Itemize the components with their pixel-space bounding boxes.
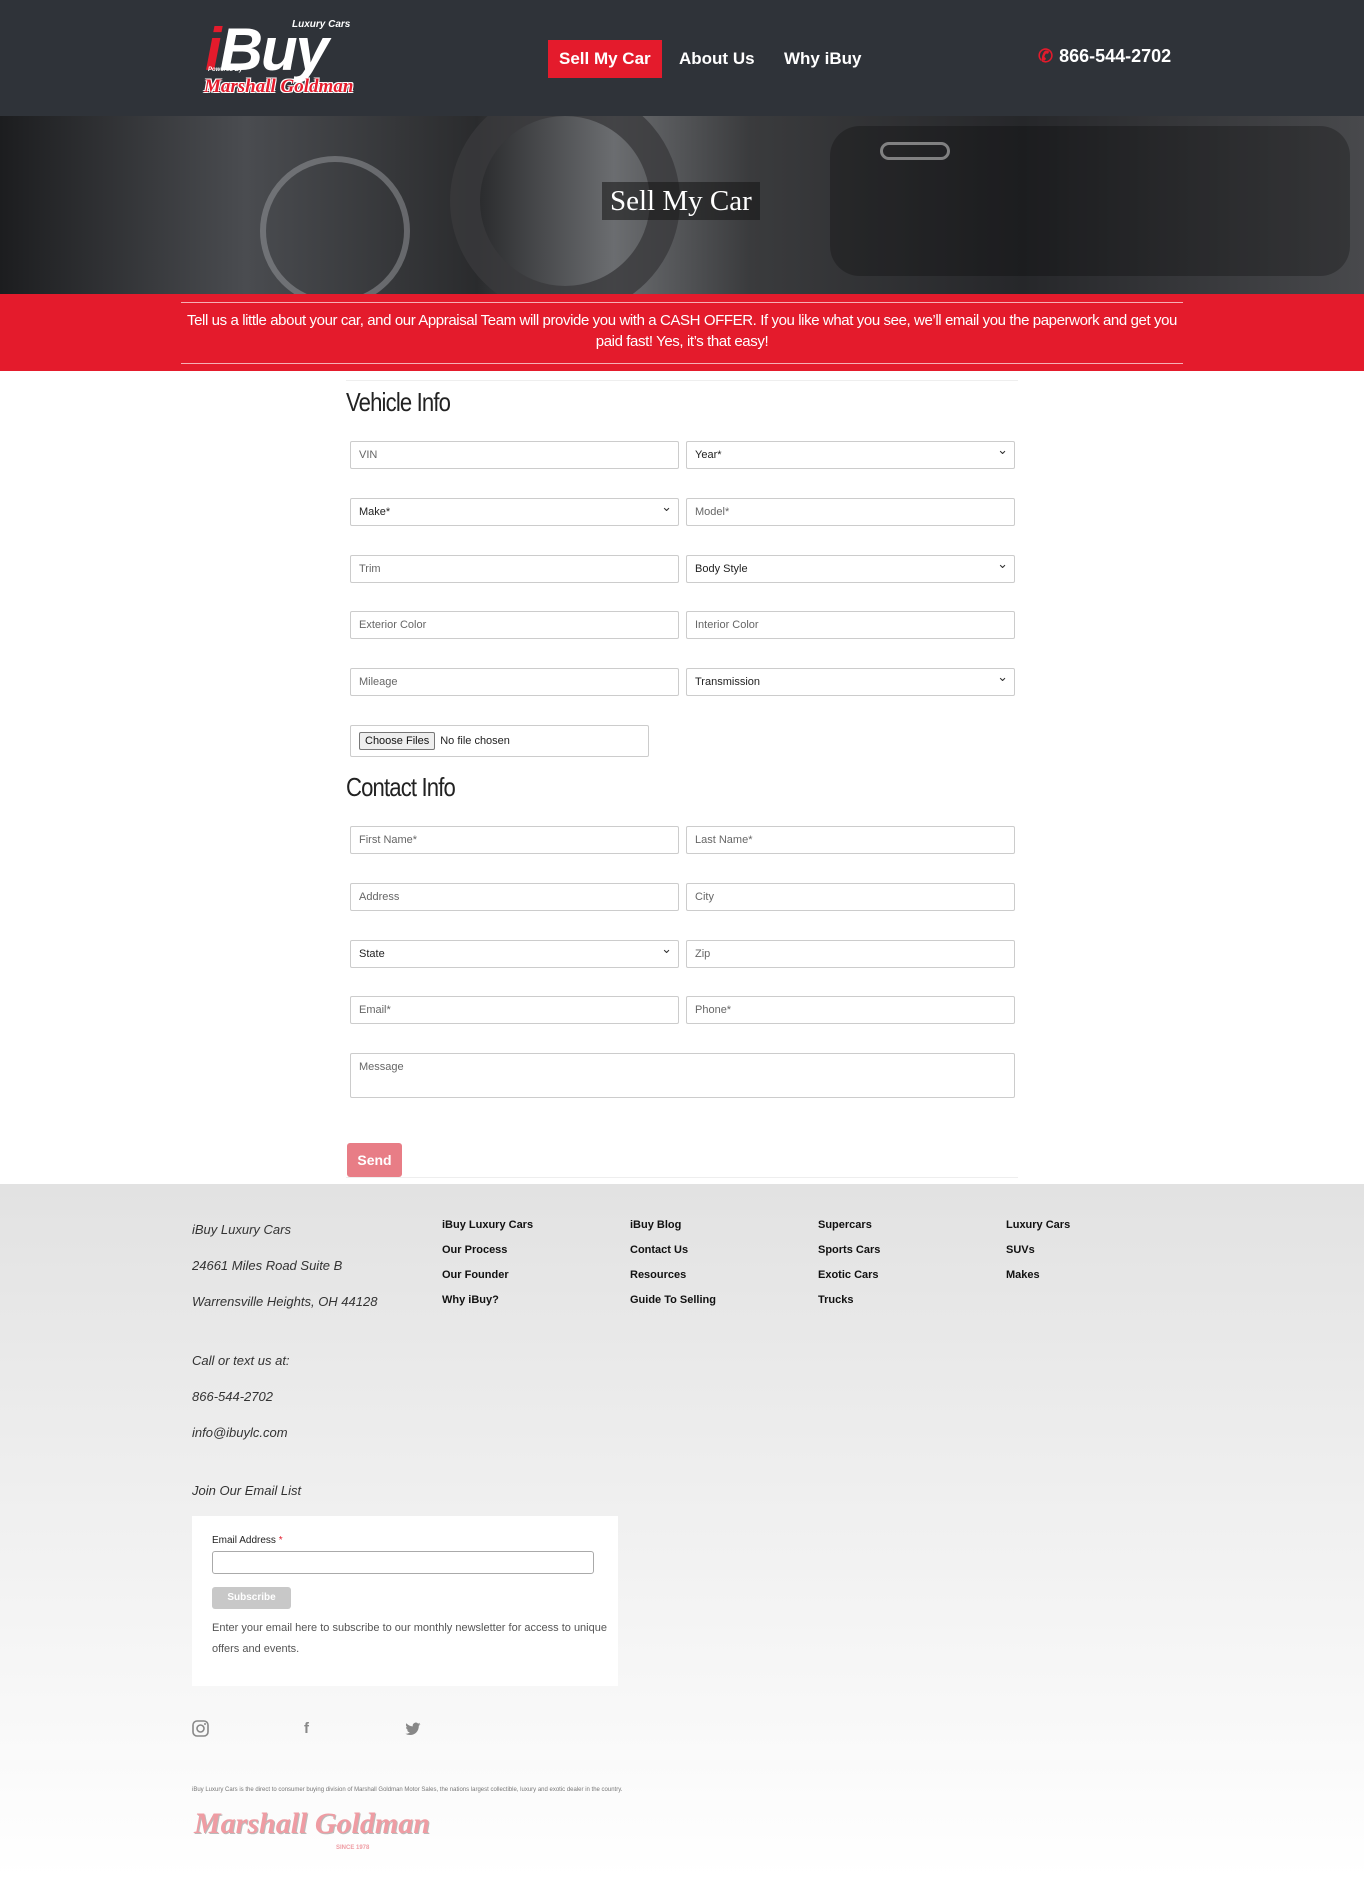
footer-join-label: Join Our Email List [192,1483,302,1498]
trim-input[interactable]: Trim [350,555,679,583]
header-phone[interactable]: ✆ 866-544-2702 [1038,46,1171,67]
contact-info-heading: Contact Info [346,772,456,802]
footer-link-guide-to-selling[interactable]: Guide To Selling [630,1294,716,1306]
newsletter-email-label: Email Address * [212,1535,283,1546]
facebook-icon[interactable]: f [304,1720,309,1737]
model-input[interactable]: Model* [686,498,1015,526]
form-bottom-divider [346,1177,1018,1178]
body-style-select[interactable]: Body Style [686,551,1015,583]
address-input[interactable]: Address [350,883,679,911]
footer-link-our-founder[interactable]: Our Founder [442,1269,509,1281]
intro-text: Tell us a little about your car, and our… [187,312,1177,350]
nav-sell-my-car[interactable]: Sell My Car [548,40,662,78]
footer-link-exotic-cars[interactable]: Exotic Cars [818,1269,879,1281]
vin-input[interactable]: VIN [350,441,679,469]
twitter-icon[interactable] [405,1722,421,1736]
banner-divider-top [181,302,1183,303]
make-select[interactable]: Make* [350,494,679,526]
exterior-color-input[interactable]: Exterior Color [350,611,679,639]
footer-phone[interactable]: 866-544-2702 [192,1389,273,1404]
phone-icon: ✆ [1038,46,1054,66]
vehicle-info-heading: Vehicle Info [346,387,451,417]
footer-street: 24661 Miles Road Suite B [192,1258,343,1273]
first-name-input[interactable]: First Name* [350,826,679,854]
required-marker: * [278,1535,283,1546]
phone-input[interactable]: Phone* [686,996,1015,1024]
hero-gauge-shape [260,156,410,294]
email-input[interactable]: Email* [350,996,679,1024]
message-textarea[interactable]: Message [350,1053,1015,1098]
footer-link-luxury-cars[interactable]: Luxury Cars [1006,1219,1070,1231]
footer-link-why-ibuy[interactable]: Why iBuy? [442,1294,499,1306]
page-title: Sell My Car [602,182,760,220]
logo-powered-by: Powered By [208,67,243,73]
newsletter-description: Enter your email here to subscribe to ou… [212,1622,607,1655]
footer-link-supercars[interactable]: Supercars [818,1219,872,1231]
footer-logo-since: SINCE 1978 [336,1845,370,1851]
footer-link-resources[interactable]: Resources [630,1269,686,1281]
file-upload[interactable]: Choose Files No file chosen [350,725,649,757]
hero-door-handle-shape [880,142,950,160]
intro-banner: Tell us a little about your car, and our… [0,294,1364,371]
footer-link-suvs[interactable]: SUVs [1006,1244,1035,1256]
newsletter-email-input[interactable] [212,1551,594,1574]
footer-call-label: Call or text us at: [192,1353,290,1368]
ibuy-logo[interactable]: Luxury Cars iBuy Powered By Marshall Gol… [202,16,354,104]
last-name-input[interactable]: Last Name* [686,826,1015,854]
transmission-select[interactable]: Transmission [686,664,1015,696]
instagram-icon[interactable] [192,1720,209,1737]
zip-input[interactable]: Zip [686,940,1015,968]
newsletter-email-label-text: Email Address [212,1535,276,1546]
footer-link-contact-us[interactable]: Contact Us [630,1244,688,1256]
header-phone-number: 866-544-2702 [1059,46,1172,66]
subscribe-button[interactable]: Subscribe [212,1587,291,1609]
year-select[interactable]: Year* [686,437,1015,469]
interior-color-input[interactable]: Interior Color [686,611,1015,639]
file-status: No file chosen [440,735,510,747]
nav-about-us[interactable]: About Us [679,40,755,78]
logo-brand: Marshall Goldman [204,76,354,97]
city-input[interactable]: City [686,883,1015,911]
nav-why-ibuy[interactable]: Why iBuy [784,40,861,78]
footer-link-ibuy-blog[interactable]: iBuy Blog [630,1219,681,1231]
footer-link-makes[interactable]: Makes [1006,1269,1040,1281]
footer-link-ibuy-luxury-cars[interactable]: iBuy Luxury Cars [442,1219,533,1231]
state-select[interactable]: State [350,936,679,968]
banner-divider-bottom [181,363,1183,364]
footer-company: iBuy Luxury Cars [192,1222,291,1237]
choose-files-button[interactable]: Choose Files [359,732,436,750]
footer-link-our-process[interactable]: Our Process [442,1244,507,1256]
footer-link-trucks[interactable]: Trucks [818,1294,853,1306]
footer-city: Warrensville Heights, OH 44128 [192,1294,378,1309]
mileage-input[interactable]: Mileage [350,668,679,696]
footer-link-sports-cars[interactable]: Sports Cars [818,1244,880,1256]
send-button[interactable]: Send [347,1143,402,1177]
footer-marshall-goldman-logo[interactable]: Marshall Goldman [194,1807,430,1841]
form-top-divider [346,380,1018,381]
footer-email[interactable]: info@ibuylc.com [192,1425,288,1440]
footer-legal-text: iBuy Luxury Cars is the direct to consum… [192,1787,623,1793]
